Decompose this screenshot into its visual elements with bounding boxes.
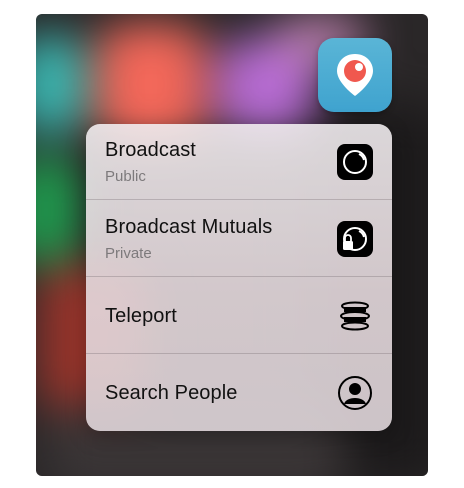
quick-action-subtitle: Public	[105, 168, 146, 185]
quick-action-title: Broadcast Mutuals	[105, 216, 273, 238]
broadcast-lock-icon	[337, 221, 373, 257]
quick-action-subtitle: Private	[105, 245, 152, 262]
home-screen: Broadcast Public Broadcast Mutuals Priva…	[36, 14, 428, 476]
quick-action-title: Broadcast	[105, 139, 196, 161]
quick-action-broadcast[interactable]: Broadcast Public	[86, 124, 392, 200]
broadcast-icon	[337, 144, 373, 180]
quick-action-search-people[interactable]: Search People	[86, 355, 392, 431]
quick-action-teleport[interactable]: Teleport	[86, 278, 392, 354]
teleport-icon	[340, 301, 370, 331]
quick-action-title: Search People	[105, 382, 238, 404]
person-icon	[338, 376, 372, 410]
quick-action-broadcast-mutuals[interactable]: Broadcast Mutuals Private	[86, 201, 392, 277]
quick-actions-menu: Broadcast Public Broadcast Mutuals Priva…	[86, 124, 392, 431]
quick-action-title: Teleport	[105, 305, 177, 327]
periscope-icon[interactable]	[318, 38, 392, 112]
